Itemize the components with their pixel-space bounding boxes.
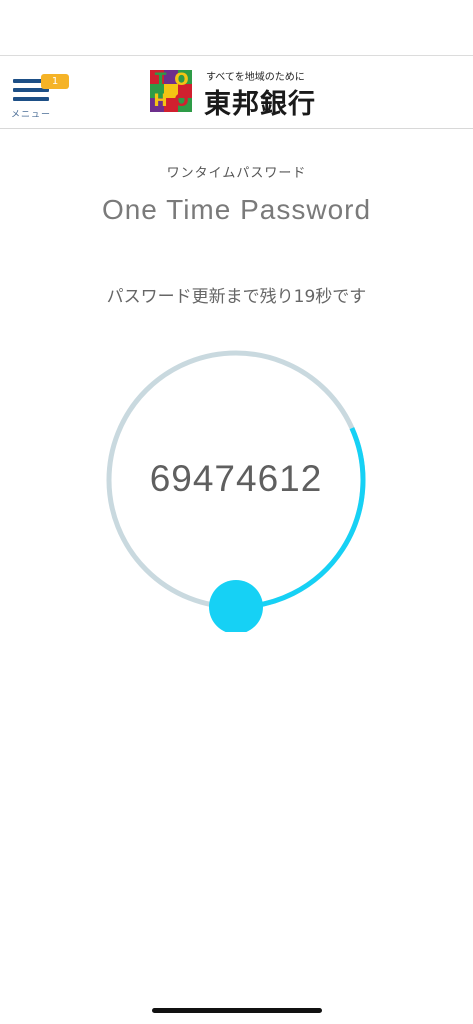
bank-name: 東邦銀行 — [204, 89, 316, 120]
timer-progress — [235, 427, 366, 610]
logo-letter: H — [153, 91, 168, 111]
logo-letter: O — [174, 70, 189, 90]
logo-letter: T — [154, 70, 167, 90]
home-indicator — [152, 1008, 322, 1013]
toho-logo-icon: T O H O — [150, 70, 192, 112]
page-title: One Time Password — [101, 194, 372, 225]
menu-label: メニュー — [11, 110, 52, 120]
hamburger-icon-bar — [13, 97, 49, 101]
logo-letter: O — [174, 91, 189, 111]
app-header: 1 メニュー T O H O すべてを地域のために 東邦銀行 — [0, 55, 473, 129]
bank-tagline: すべてを地域のために — [206, 72, 305, 83]
menu-button[interactable]: 1 メニュー — [10, 74, 69, 122]
notification-badge: 1 — [41, 74, 69, 89]
page-subtitle: ワンタイムパスワード — [166, 166, 307, 181]
countdown-message: パスワード更新まで残り19秒です — [106, 287, 367, 307]
one-time-password: 69474612 — [149, 458, 323, 499]
timer-knob — [209, 580, 263, 634]
